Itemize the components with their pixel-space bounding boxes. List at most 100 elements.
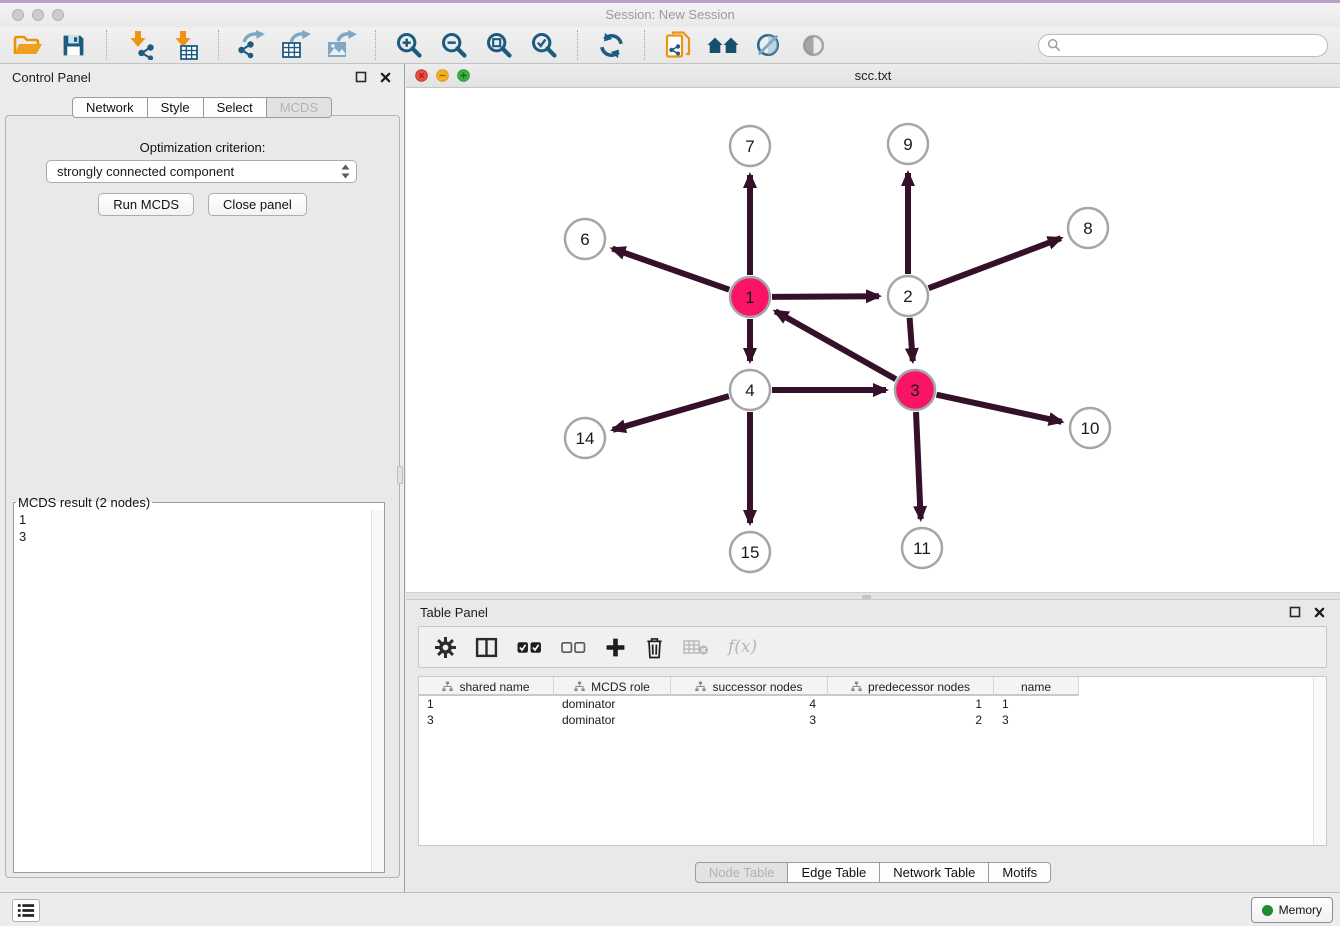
deselect-all-icon[interactable] [561, 641, 586, 654]
memory-label: Memory [1279, 903, 1322, 917]
graph-node-11[interactable]: 11 [902, 528, 942, 568]
graph-node-15[interactable]: 15 [730, 532, 770, 572]
network-canvas[interactable]: 7 9 6 8 1 2 4 3 14 10 15 11 [406, 88, 1340, 592]
hierarchy-icon [851, 681, 862, 692]
export-network-icon[interactable] [236, 29, 268, 61]
close-panel-button[interactable]: Close panel [208, 193, 307, 216]
select-all-icon[interactable] [517, 641, 542, 654]
zoom-fit-icon[interactable] [483, 29, 515, 61]
graph-edge-1-6[interactable] [612, 249, 729, 290]
column-header-successor-nodes[interactable]: successor nodes [671, 677, 828, 696]
column-header-predecessor-nodes[interactable]: predecessor nodes [828, 677, 994, 696]
node-table[interactable]: shared name MCDS role successor nodes pr… [418, 676, 1327, 846]
tab-motifs[interactable]: Motifs [988, 862, 1051, 883]
graph-edge-4-14[interactable] [613, 396, 729, 430]
float-panel-icon[interactable] [1288, 605, 1302, 619]
mcds-result-item: 1 [19, 511, 365, 528]
cell-name[interactable]: 1 [994, 696, 1079, 712]
search-box[interactable] [1038, 34, 1328, 57]
export-image-icon[interactable] [326, 29, 358, 61]
cell-predecessor-nodes[interactable]: 2 [828, 712, 994, 728]
graph-edge-3-11[interactable] [916, 412, 921, 519]
tab-network-table[interactable]: Network Table [879, 862, 989, 883]
criterion-select[interactable]: strongly connected component [46, 160, 357, 183]
main-toolbar [0, 27, 1340, 64]
zoom-selected-icon[interactable] [528, 29, 560, 61]
open-session-icon[interactable] [12, 29, 44, 61]
network-graph[interactable]: 7 9 6 8 1 2 4 3 14 10 15 11 [406, 88, 1340, 592]
table-toolbar: f(x) [418, 626, 1327, 668]
toolbar-separator [106, 30, 107, 60]
cell-mcds-role[interactable]: dominator [554, 712, 671, 728]
function-builder-icon: f(x) [728, 637, 757, 657]
close-panel-icon[interactable] [1312, 605, 1326, 619]
refresh-icon[interactable] [595, 29, 627, 61]
import-network-icon[interactable] [124, 29, 156, 61]
cell-successor-nodes[interactable]: 4 [671, 696, 828, 712]
graph-node-1[interactable]: 1 [730, 277, 770, 317]
toolbar-separator [375, 30, 376, 60]
delete-column-trash-icon[interactable] [645, 636, 664, 659]
cell-predecessor-nodes[interactable]: 1 [828, 696, 994, 712]
cell-shared-name[interactable]: 3 [419, 712, 554, 728]
zoom-out-icon[interactable] [438, 29, 470, 61]
hide-graphics-details-icon[interactable] [752, 29, 784, 61]
vertical-splitter-grip[interactable] [397, 466, 403, 484]
home-first-neighbors-icon[interactable] [707, 29, 739, 61]
run-mcds-button[interactable]: Run MCDS [98, 193, 194, 216]
horizontal-splitter-grip[interactable] [862, 595, 871, 599]
mcds-result-title: MCDS result (2 nodes) [16, 495, 152, 510]
table-scrollbar[interactable] [1313, 677, 1326, 845]
graph-node-2[interactable]: 2 [888, 276, 928, 316]
cell-successor-nodes[interactable]: 3 [671, 712, 828, 728]
tab-edge-table[interactable]: Edge Table [787, 862, 880, 883]
tab-mcds[interactable]: MCDS [266, 97, 332, 118]
tab-network[interactable]: Network [72, 97, 148, 118]
table-header-row: shared name MCDS role successor nodes pr… [419, 677, 1326, 696]
mcds-result-list[interactable]: 1 3 [14, 510, 370, 872]
export-table-icon[interactable] [281, 29, 313, 61]
save-session-icon[interactable] [57, 29, 89, 61]
horizontal-splitter[interactable] [406, 592, 1340, 600]
table-settings-gear-icon[interactable] [435, 637, 456, 658]
graph-edge-1-2[interactable] [772, 296, 879, 297]
graph-node-10[interactable]: 10 [1070, 408, 1110, 448]
cell-name[interactable]: 3 [994, 712, 1079, 728]
graph-node-7[interactable]: 7 [730, 126, 770, 166]
column-header-name[interactable]: name [994, 677, 1079, 696]
tab-style[interactable]: Style [147, 97, 204, 118]
column-header-mcds-role[interactable]: MCDS role [554, 677, 671, 696]
svg-text:4: 4 [745, 381, 754, 400]
table-row[interactable]: 1 dominator 4 1 1 [419, 696, 1326, 712]
tab-select[interactable]: Select [203, 97, 267, 118]
result-scrollbar[interactable] [371, 510, 384, 872]
graph-node-8[interactable]: 8 [1068, 208, 1108, 248]
cell-shared-name[interactable]: 1 [419, 696, 554, 712]
tab-node-table[interactable]: Node Table [695, 862, 789, 883]
create-column-plus-icon[interactable] [605, 637, 626, 658]
table-panel-title: Table Panel [420, 605, 488, 620]
graph-edge-2-3[interactable] [910, 318, 913, 361]
table-row[interactable]: 3 dominator 3 2 3 [419, 712, 1326, 728]
memory-button[interactable]: Memory [1251, 897, 1333, 923]
graph-node-14[interactable]: 14 [565, 418, 605, 458]
task-history-button[interactable] [12, 899, 40, 922]
graph-edge-3-10[interactable] [937, 395, 1062, 422]
duplicate-network-icon[interactable] [662, 29, 694, 61]
graph-edge-3-1[interactable] [775, 311, 896, 379]
close-panel-icon[interactable] [378, 70, 392, 84]
float-panel-icon[interactable] [354, 70, 368, 84]
search-input[interactable] [1066, 38, 1319, 52]
column-header-shared-name[interactable]: shared name [419, 677, 554, 696]
import-table-icon[interactable] [169, 29, 201, 61]
graph-node-3[interactable]: 3 [895, 370, 935, 410]
graph-node-4[interactable]: 4 [730, 370, 770, 410]
graph-node-6[interactable]: 6 [565, 219, 605, 259]
zoom-in-icon[interactable] [393, 29, 425, 61]
graph-node-9[interactable]: 9 [888, 124, 928, 164]
control-panel-title: Control Panel [12, 70, 91, 85]
cell-mcds-role[interactable]: dominator [554, 696, 671, 712]
show-columns-icon[interactable] [475, 637, 498, 658]
graph-edge-2-8[interactable] [929, 238, 1061, 288]
table-panel-header: Table Panel [406, 600, 1340, 624]
